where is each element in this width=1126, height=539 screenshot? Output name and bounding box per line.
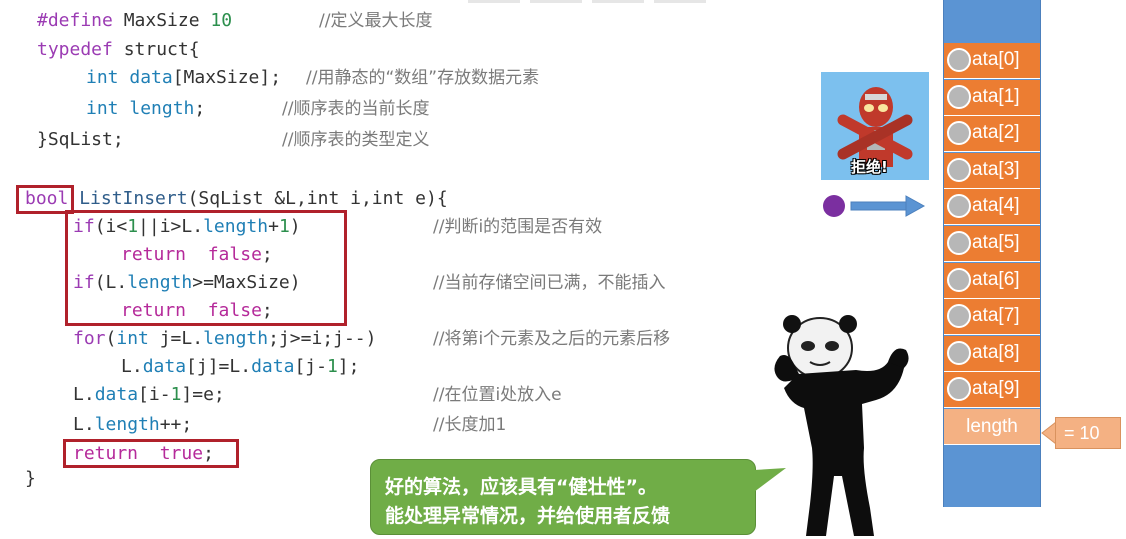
array-cell-label: ata[0] xyxy=(972,49,1020,70)
speech-line-2: 能处理异常情况，并给使用者反馈 xyxy=(385,505,671,527)
code-line-assign: L.data[i-1]=e; xyxy=(73,384,225,405)
pointer-circle-icon xyxy=(947,194,971,219)
code-line-shift: L.data[j]=L.data[j-1]; xyxy=(121,356,360,377)
array-cell-label: ata[5] xyxy=(972,232,1020,253)
refuse-meme-image: 拒绝! xyxy=(821,72,929,180)
insert-element-dot xyxy=(823,195,845,217)
code-line-length-field: int length; xyxy=(86,98,206,119)
array-cell: ata[5] xyxy=(944,226,1040,262)
length-cell: length xyxy=(944,409,1040,445)
code-comment: //用静态的“数组”存放数据元素 xyxy=(306,68,540,88)
pointer-circle-icon xyxy=(947,304,971,329)
code-comment: //将第i个元素及之后的元素后移 xyxy=(433,329,671,349)
code-comment: //定义最大长度 xyxy=(319,11,433,31)
speech-bubble-tail xyxy=(754,468,786,492)
pointer-circle-icon xyxy=(947,231,971,255)
pointer-circle-icon xyxy=(947,340,971,365)
array-cell-label: ata[2] xyxy=(972,122,1020,144)
insert-arrow-icon xyxy=(850,195,926,217)
pointer-circle-icon xyxy=(947,157,971,182)
pointer-circle-icon xyxy=(947,48,971,72)
meme-caption: 拒绝! xyxy=(851,158,888,176)
array-cell: ata[3] xyxy=(944,152,1040,189)
code-line-increment: L.length++; xyxy=(73,414,193,435)
array-cell: ata[1] xyxy=(944,79,1040,116)
speech-line-1: 好的算法，应该具有“健壮性”。 xyxy=(385,476,657,498)
array-cell-label: ata[7] xyxy=(972,305,1020,327)
code-line-close: } xyxy=(25,468,36,489)
array-cell-label: ata[1] xyxy=(972,85,1020,107)
array-cell: ata[0] xyxy=(944,43,1040,79)
code-line-struct-end: }SqList; xyxy=(37,129,124,150)
robustness-speech-bubble: 好的算法，应该具有“健壮性”。 能处理异常情况，并给使用者反馈 xyxy=(370,459,756,535)
code-comment: //长度加1 xyxy=(433,415,507,435)
array-cell: ata[8] xyxy=(944,335,1040,372)
array-cell-label: ata[9] xyxy=(972,378,1020,400)
panda-muscle-meme-icon xyxy=(774,315,909,536)
pointer-circle-icon xyxy=(947,267,971,292)
code-comment: //判断i的范围是否有效 xyxy=(433,217,603,237)
code-comment: //顺序表的类型定义 xyxy=(282,130,430,150)
pointer-circle-icon xyxy=(947,377,971,402)
code-comment: //在位置i处放入e xyxy=(433,385,562,405)
code-comment: //当前存储空间已满，不能插入 xyxy=(433,273,666,293)
code-line-typedef: typedef struct{ xyxy=(37,39,200,60)
array-cell-label: ata[6] xyxy=(972,268,1020,290)
highlight-validity-checks xyxy=(65,210,347,326)
array-cell: ata[9] xyxy=(944,372,1040,409)
code-comment: //顺序表的当前长度 xyxy=(282,99,430,119)
code-line-for: for(int j=L.length;j>=i;j--) xyxy=(73,328,377,349)
array-cell: ata[4] xyxy=(944,189,1040,226)
array-cell: ata[6] xyxy=(944,262,1040,299)
array-cell: ata[2] xyxy=(944,116,1040,153)
length-value-callout: = 10 xyxy=(1055,417,1121,449)
array-cell-label: ata[3] xyxy=(972,158,1020,180)
pointer-circle-icon xyxy=(947,121,971,146)
pointer-circle-icon xyxy=(947,84,971,109)
code-line-signature: bool ListInsert(SqList &L,int i,int e){ xyxy=(25,188,448,209)
array-cell-label: ata[4] xyxy=(972,195,1020,217)
code-line-define: #define MaxSize 10 xyxy=(37,10,233,31)
highlight-return-true xyxy=(63,439,239,468)
array-cell: ata[7] xyxy=(944,299,1040,336)
array-cell-label: ata[8] xyxy=(972,341,1020,363)
code-line-data-field: int data[MaxSize]; xyxy=(86,67,282,88)
